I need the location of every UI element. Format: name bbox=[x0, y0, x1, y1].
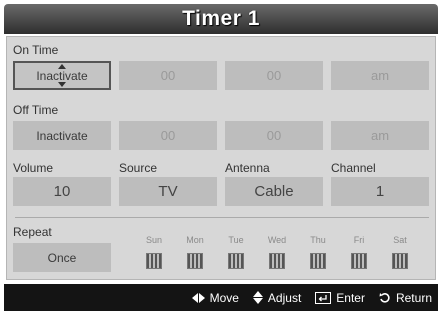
day-checkbox[interactable] bbox=[269, 253, 285, 269]
day-checkbox[interactable] bbox=[310, 253, 326, 269]
repeat-value: Once bbox=[47, 250, 77, 265]
move-label: Move bbox=[209, 290, 239, 305]
off-time-hour-field[interactable]: 00 bbox=[119, 121, 217, 150]
day-sat[interactable]: Sat bbox=[385, 235, 415, 269]
timer-settings-panel: On Time Inactivate 00 00 am Off Time Ina… bbox=[6, 36, 436, 280]
volume-label: Volume bbox=[13, 161, 54, 175]
day-label: Tue bbox=[228, 235, 244, 245]
title-bar: Timer 1 bbox=[4, 4, 438, 34]
source-label: Source bbox=[119, 161, 158, 175]
day-label: Mon bbox=[186, 235, 204, 245]
day-checkbox[interactable] bbox=[146, 253, 162, 269]
window-title: Timer 1 bbox=[182, 7, 260, 30]
on-time-activation-value: Inactivate bbox=[36, 68, 88, 83]
arrow-down-icon bbox=[58, 82, 66, 87]
day-checkbox[interactable] bbox=[228, 253, 244, 269]
left-right-arrows-icon bbox=[191, 292, 205, 303]
day-label: Wed bbox=[267, 235, 287, 245]
day-checkbox[interactable] bbox=[392, 253, 408, 269]
adjust-hint: Adjust bbox=[252, 290, 302, 305]
channel-field[interactable]: 1 bbox=[331, 177, 429, 206]
return-icon bbox=[379, 292, 391, 304]
day-label: Sun bbox=[145, 235, 162, 245]
volume-value: 10 bbox=[53, 183, 71, 200]
day-label: Fri bbox=[353, 235, 365, 245]
repeat-label: Repeat bbox=[13, 225, 52, 239]
source-value: TV bbox=[158, 183, 178, 200]
on-time-ampm-field[interactable]: am bbox=[331, 61, 429, 90]
on-time-ampm-value: am bbox=[370, 68, 390, 83]
off-time-label: Off Time bbox=[13, 103, 59, 117]
up-down-arrows-icon bbox=[252, 291, 263, 304]
day-tue[interactable]: Tue bbox=[221, 235, 251, 269]
on-time-hour-value: 00 bbox=[160, 68, 176, 83]
off-time-minute-field[interactable]: 00 bbox=[225, 121, 323, 150]
day-label: Thu bbox=[310, 235, 326, 245]
day-wed[interactable]: Wed bbox=[262, 235, 292, 269]
off-time-activation-value: Inactivate bbox=[36, 128, 88, 143]
on-time-activation-field[interactable]: Inactivate bbox=[13, 61, 111, 90]
repeat-field[interactable]: Once bbox=[13, 243, 111, 272]
return-hint: Return bbox=[379, 291, 432, 305]
day-checkbox[interactable] bbox=[187, 253, 203, 269]
antenna-field[interactable]: Cable bbox=[225, 177, 323, 206]
antenna-label: Antenna bbox=[225, 161, 270, 175]
day-mon[interactable]: Mon bbox=[180, 235, 210, 269]
move-hint: Move bbox=[191, 290, 239, 305]
divider bbox=[15, 217, 429, 218]
day-fri[interactable]: Fri bbox=[344, 235, 374, 269]
channel-value: 1 bbox=[375, 183, 385, 200]
off-time-ampm-field[interactable]: am bbox=[331, 121, 429, 150]
channel-label: Channel bbox=[331, 161, 376, 175]
enter-label: Enter bbox=[336, 290, 365, 305]
off-time-hour-value: 00 bbox=[160, 128, 176, 143]
day-checkbox[interactable] bbox=[351, 253, 367, 269]
help-bar: Move Adjust Enter Return bbox=[4, 284, 438, 311]
on-time-minute-field[interactable]: 00 bbox=[225, 61, 323, 90]
enter-icon bbox=[315, 291, 332, 304]
on-time-minute-value: 00 bbox=[266, 68, 282, 83]
arrow-up-icon bbox=[58, 64, 66, 69]
on-time-hour-field[interactable]: 00 bbox=[119, 61, 217, 90]
return-label: Return bbox=[395, 290, 432, 305]
on-time-label: On Time bbox=[13, 43, 59, 57]
adjust-label: Adjust bbox=[267, 290, 302, 305]
antenna-value: Cable bbox=[254, 183, 294, 200]
source-field[interactable]: TV bbox=[119, 177, 217, 206]
enter-hint: Enter bbox=[315, 291, 365, 305]
off-time-minute-value: 00 bbox=[266, 128, 282, 143]
day-thu[interactable]: Thu bbox=[303, 235, 333, 269]
volume-field[interactable]: 10 bbox=[13, 177, 111, 206]
off-time-activation-field[interactable]: Inactivate bbox=[13, 121, 111, 150]
day-label: Sat bbox=[393, 235, 407, 245]
day-sun[interactable]: Sun bbox=[139, 235, 169, 269]
off-time-ampm-value: am bbox=[370, 128, 390, 143]
